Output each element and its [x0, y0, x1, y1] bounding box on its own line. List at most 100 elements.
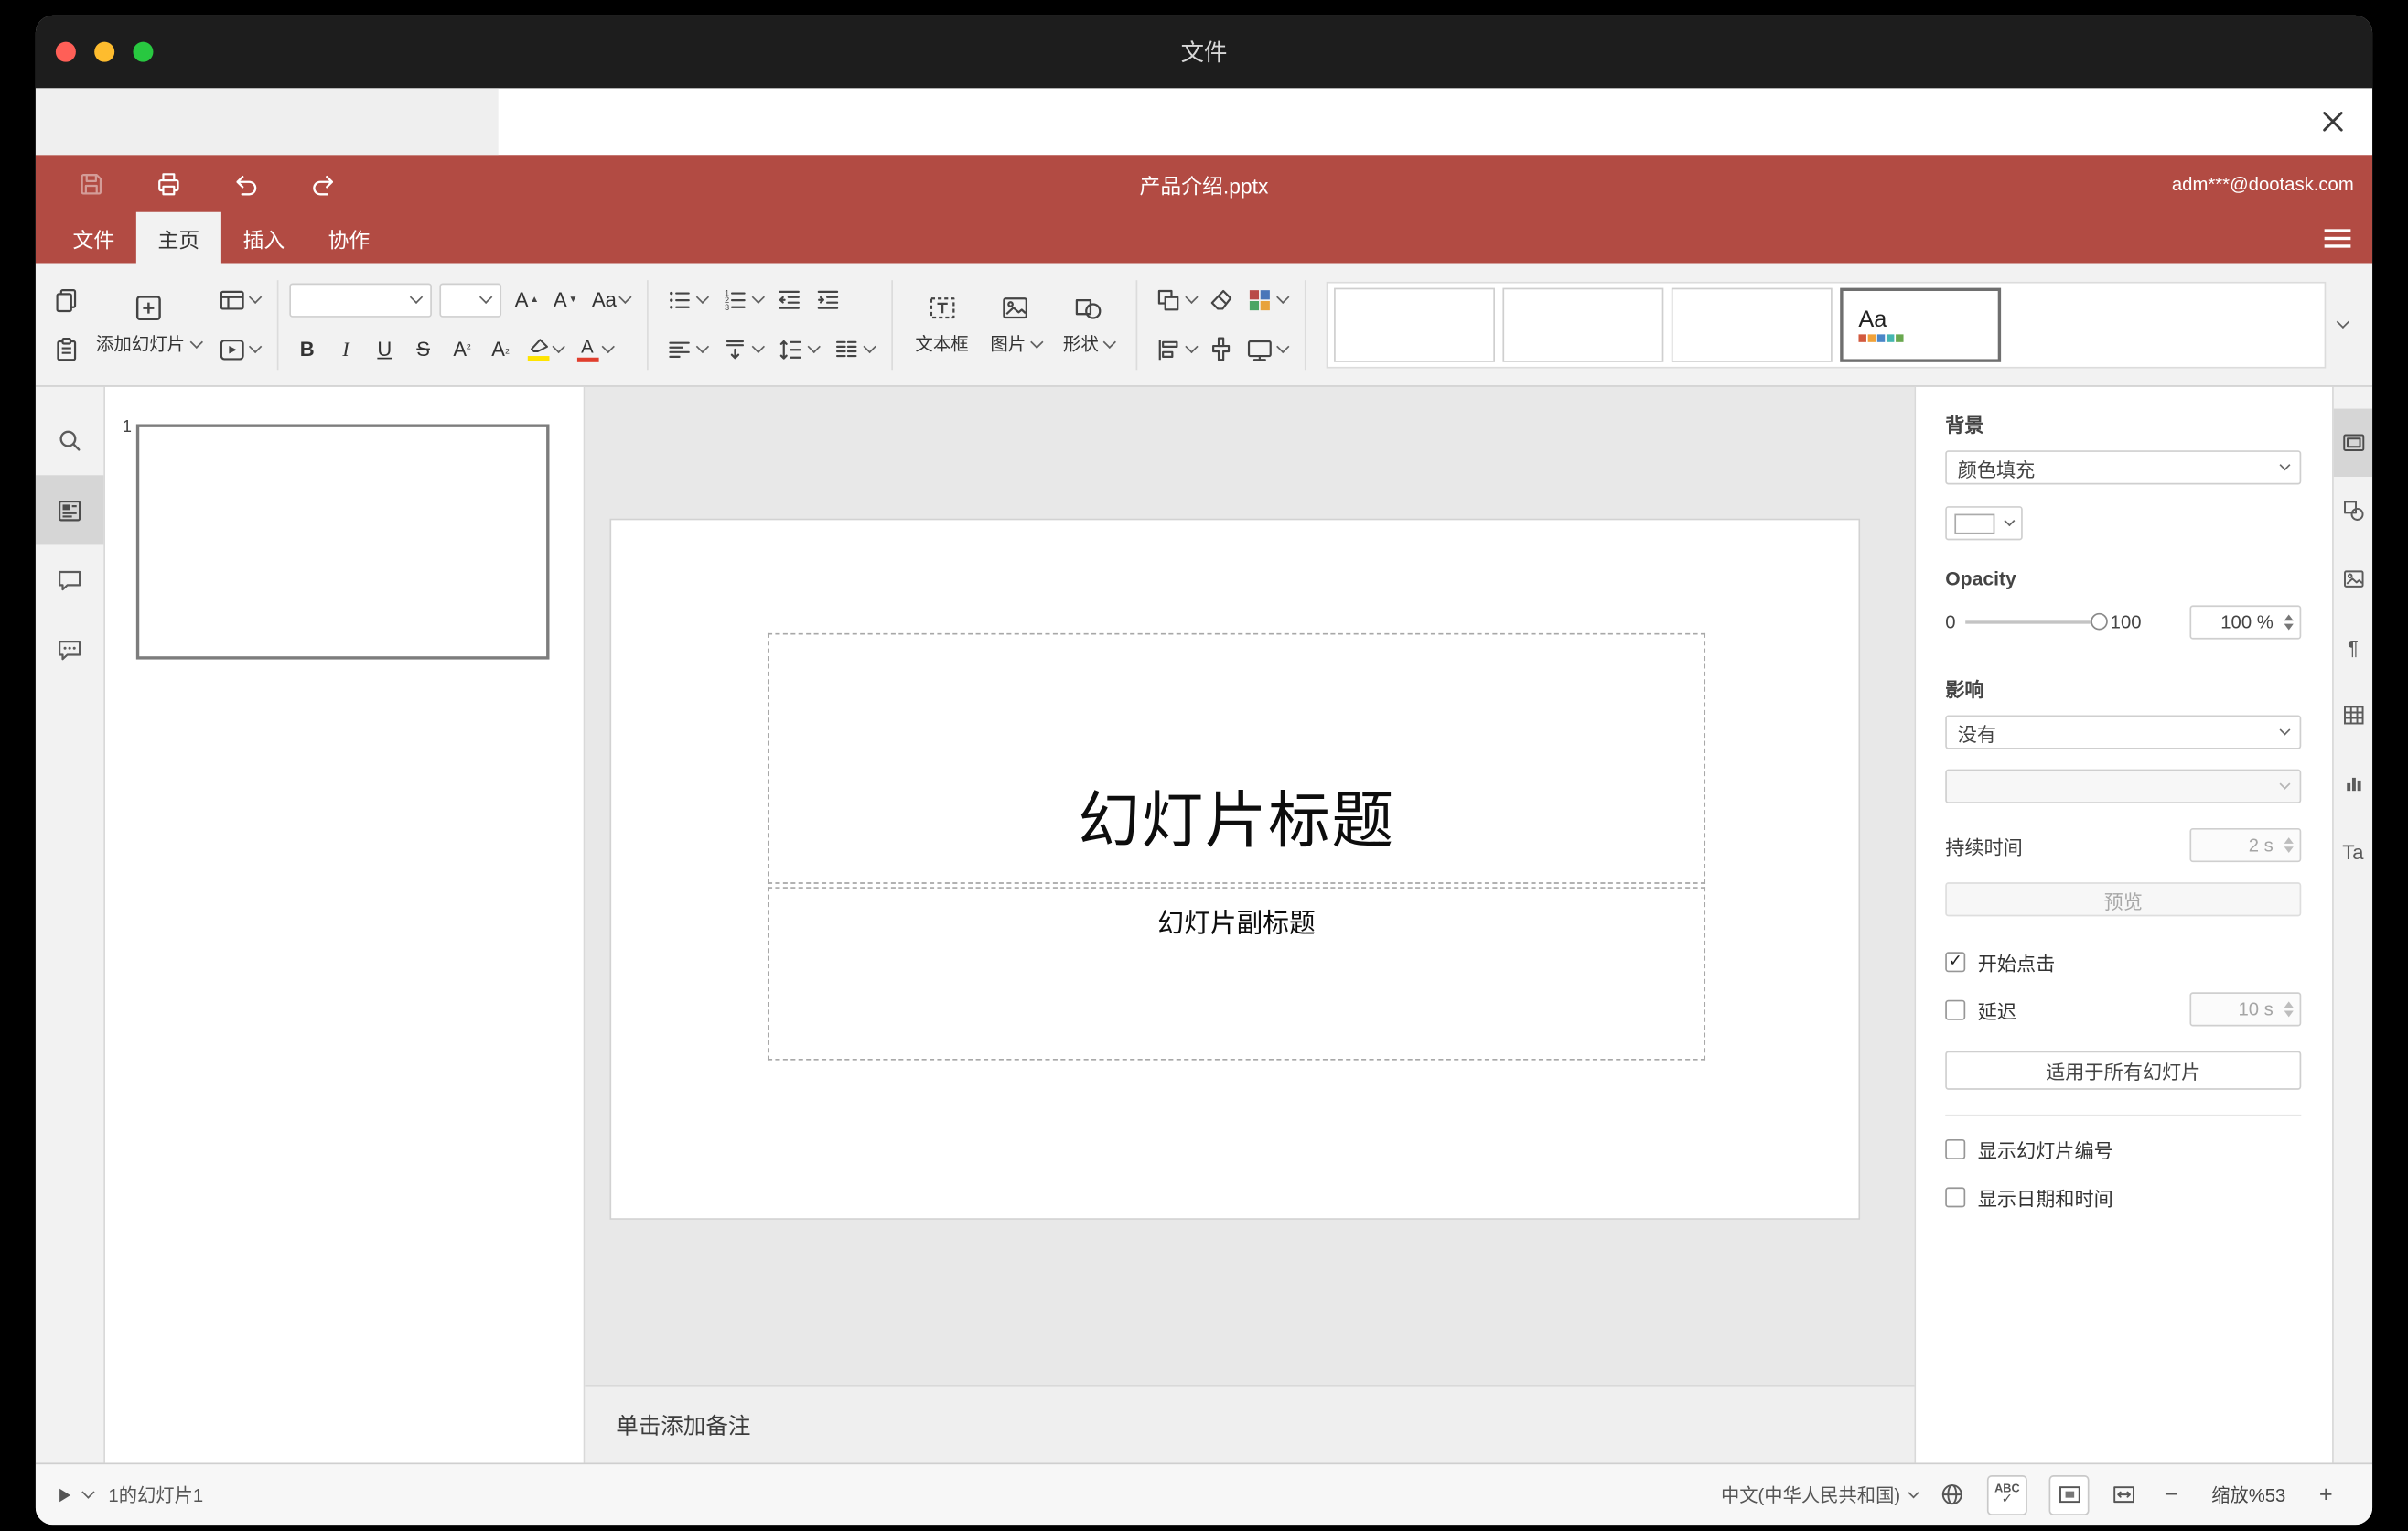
bold-button[interactable]: B	[288, 330, 326, 368]
spinner-arrows-icon[interactable]	[2284, 994, 2294, 1025]
print-button[interactable]	[153, 168, 184, 199]
color-scheme-button[interactable]	[1240, 281, 1294, 318]
tab-collaboration[interactable]: 协作	[306, 212, 392, 264]
arrange-shape-button[interactable]	[1148, 281, 1202, 318]
superscript-button[interactable]: A²	[444, 330, 481, 368]
apply-to-all-slides-button[interactable]: 适用于所有幻灯片	[1945, 1051, 2302, 1090]
effect-select[interactable]: 没有	[1945, 715, 2302, 749]
insert-shape-button[interactable]: 形状	[1052, 275, 1125, 373]
slide-canvas[interactable]: 幻灯片标题 幻灯片副标题	[609, 518, 1861, 1220]
redo-button[interactable]	[308, 168, 339, 199]
copy-style-button[interactable]	[1202, 330, 1240, 368]
tab-insert[interactable]: 插入	[221, 212, 306, 264]
comments-panel-button[interactable]	[36, 544, 103, 614]
start-slideshow-status-button[interactable]	[54, 1483, 95, 1505]
change-case-button[interactable]: Aa	[586, 281, 637, 318]
theme-thumbnail[interactable]	[1671, 286, 1833, 361]
slides-panel-icon	[59, 500, 81, 521]
increase-font-button[interactable]: A ▲	[509, 281, 546, 318]
increase-indent-button[interactable]	[810, 281, 847, 318]
document-title: 产品介绍.pptx	[1139, 174, 1269, 198]
slide-title-placeholder[interactable]: 幻灯片标题	[767, 632, 1706, 884]
copy-button[interactable]	[48, 281, 85, 318]
decrease-font-button[interactable]: A ▼	[547, 281, 585, 318]
vertical-align-button[interactable]	[715, 330, 769, 368]
slide-layout-button[interactable]	[211, 281, 265, 318]
start-on-click-label: 开始点击	[1977, 953, 2056, 976]
zoom-out-button[interactable]: −	[2159, 1482, 2184, 1508]
align-shape-button[interactable]	[1148, 330, 1202, 368]
zoom-in-button[interactable]: +	[2314, 1482, 2338, 1508]
decrease-indent-button[interactable]	[771, 281, 809, 318]
search-panel-button[interactable]	[36, 405, 103, 475]
font-color-button[interactable]: A	[570, 330, 618, 368]
insert-textbox-button[interactable]: 文本框	[905, 275, 980, 373]
theme-gallery-expand-button[interactable]	[2326, 281, 2360, 368]
delay-spinner[interactable]: 10 s	[2189, 992, 2302, 1027]
subscript-button[interactable]: A₂	[482, 330, 520, 368]
strikeout-button[interactable]: S	[404, 330, 442, 368]
delay-label: 延迟	[1977, 1000, 2017, 1023]
theme-thumbnail-selected[interactable]: Aa	[1840, 286, 2001, 361]
clear-style-button[interactable]	[1202, 281, 1240, 318]
slides-panel-button[interactable]	[35, 475, 104, 545]
show-slide-number-checkbox[interactable]	[1945, 1138, 1966, 1159]
italic-button[interactable]: I	[328, 330, 365, 368]
opacity-spinner[interactable]: 100 %	[2189, 605, 2302, 640]
opacity-slider-knob[interactable]	[2090, 612, 2108, 631]
tab-home[interactable]: 主页	[135, 211, 221, 264]
theme-thumbnail[interactable]	[1502, 286, 1664, 361]
font-name-select[interactable]	[288, 282, 432, 317]
hamburger-menu-button[interactable]	[2324, 212, 2351, 264]
language-button[interactable]: 中文(中华人民共和国)	[1721, 1482, 1919, 1508]
spell-check-button[interactable]: ABC ✓	[1986, 1474, 2027, 1515]
notes-input[interactable]: 单击添加备注	[585, 1385, 1915, 1463]
slide-settings-button[interactable]	[2333, 408, 2373, 477]
image-settings-button[interactable]	[2334, 544, 2372, 612]
undo-button[interactable]	[231, 168, 262, 199]
font-size-select[interactable]	[438, 282, 501, 317]
bullet-list-button[interactable]	[660, 281, 714, 318]
slide-editor-area[interactable]: 幻灯片标题 幻灯片副标题 单击添加备注	[585, 386, 1915, 1463]
background-fill-select[interactable]: 颜色填充	[1945, 450, 2302, 485]
textart-settings-button[interactable]: Ta	[2334, 817, 2372, 885]
slide-subtitle-placeholder[interactable]: 幻灯片副标题	[767, 887, 1706, 1061]
shape-settings-button[interactable]	[2334, 477, 2372, 544]
ribbon-tabs: 文件 主页 插入 协作	[36, 211, 2372, 264]
duration-spinner[interactable]: 2 s	[2189, 827, 2302, 863]
close-dialog-button[interactable]	[2312, 102, 2352, 142]
delay-checkbox[interactable]	[1945, 998, 1966, 1019]
horizontal-align-button[interactable]	[660, 330, 714, 368]
columns-button[interactable]	[827, 330, 881, 368]
paragraph-settings-button[interactable]: ¶	[2334, 613, 2372, 681]
paste-button[interactable]	[48, 330, 85, 368]
underline-button[interactable]: U	[366, 330, 403, 368]
save-button[interactable]	[76, 168, 107, 199]
set-language-button[interactable]	[1939, 1482, 1965, 1508]
effect-type-select[interactable]	[1945, 769, 2302, 803]
slide-size-button[interactable]	[1240, 330, 1294, 368]
preview-button[interactable]: 预览	[1945, 882, 2302, 917]
numbered-list-button[interactable]: 123	[715, 281, 769, 318]
background-color-select[interactable]	[1945, 506, 2023, 541]
spinner-arrows-icon[interactable]	[2284, 607, 2294, 638]
show-date-time-checkbox[interactable]	[1945, 1187, 1966, 1208]
tab-file[interactable]: 文件	[51, 212, 136, 264]
line-spacing-button[interactable]	[771, 330, 825, 368]
slide-thumbnail[interactable]	[135, 424, 550, 660]
table-settings-button[interactable]	[2334, 681, 2372, 749]
theme-thumbnail[interactable]	[1333, 286, 1495, 361]
theme-sample-text: Aa	[1858, 306, 1887, 332]
fit-slide-button[interactable]	[2048, 1474, 2090, 1515]
start-on-click-checkbox[interactable]: ✓	[1945, 952, 1966, 973]
add-slide-button[interactable]: 添加幻灯片	[85, 275, 211, 373]
spinner-arrows-icon[interactable]	[2284, 830, 2294, 861]
opacity-slider[interactable]	[1964, 612, 2108, 631]
insert-image-button[interactable]: 图片	[980, 275, 1053, 373]
fit-width-button[interactable]	[2111, 1482, 2137, 1508]
chat-panel-button[interactable]	[36, 615, 103, 685]
highlight-color-button[interactable]	[521, 330, 568, 368]
start-slideshow-button[interactable]	[211, 330, 265, 368]
chart-settings-button[interactable]	[2334, 749, 2372, 817]
slide-counter: 1的幻灯片1	[108, 1484, 204, 1506]
